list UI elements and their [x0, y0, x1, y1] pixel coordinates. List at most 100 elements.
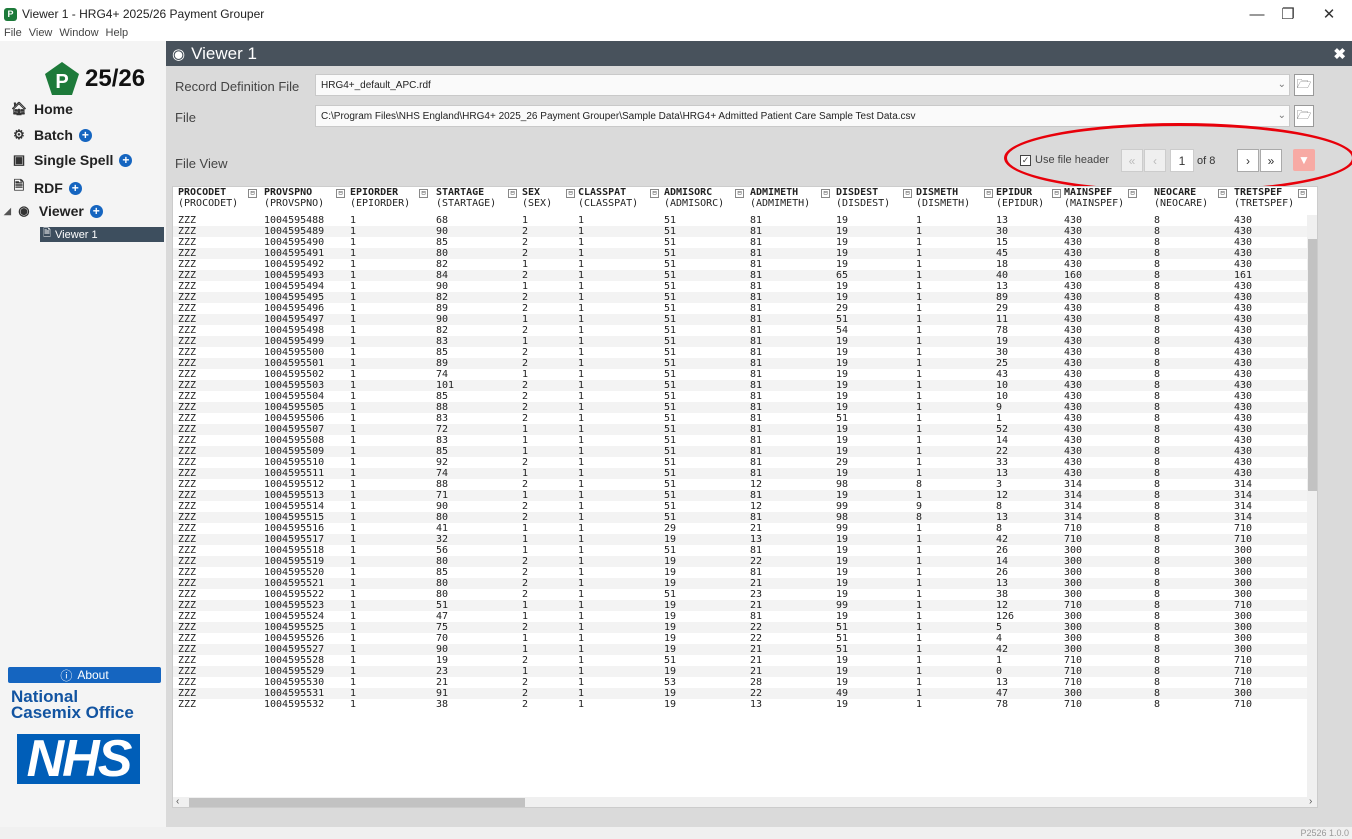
last-page-button[interactable]: » [1260, 149, 1282, 172]
page-input[interactable]: 1 [1170, 149, 1194, 172]
table-row[interactable]: ZZZ 1004595524 1 47 1 1 19 81 19 1 126 300 8 300 [173, 611, 1307, 622]
first-page-button[interactable]: « [1121, 149, 1143, 172]
table-row[interactable]: ZZZ 1004595529 1 23 1 1 19 21 19 1 0 710 8 710 [173, 666, 1307, 677]
browse-file-button[interactable]: 🗁︎ [1294, 105, 1314, 127]
table-row[interactable]: ZZZ 1004595502 1 74 1 1 51 81 19 1 43 430 8 430 [173, 369, 1307, 380]
column-filter-icon[interactable]: ⊟ [821, 187, 830, 215]
table-row[interactable]: ZZZ 1004595499 1 83 1 1 51 81 19 1 19 430 8 430 [173, 336, 1307, 347]
table-row[interactable]: ZZZ 1004595518 1 56 1 1 51 81 19 1 26 300 8 300 [173, 545, 1307, 556]
table-row[interactable]: ZZZ 1004595521 1 80 2 1 19 21 19 1 13 300 8 300 [173, 578, 1307, 589]
restore-button[interactable]: ❐ [1265, 0, 1311, 28]
column-header-admimeth[interactable]: ADMIMETH (ADMIMETH) [750, 187, 810, 215]
menu-view[interactable]: View [29, 27, 53, 41]
close-panel-icon[interactable]: ✖ [1333, 45, 1346, 63]
table-row[interactable]: ZZZ 1004595526 1 70 1 1 19 22 51 1 4 300 8 300 [173, 633, 1307, 644]
nav-batch[interactable]: ⚙ Batch + [10, 127, 92, 143]
data-grid[interactable]: PROCODET (PROCODET) ⊟ PROVSPNO (PROVSPNO) ⊟ EP… [172, 186, 1318, 808]
filter-button[interactable]: ▼ [1293, 149, 1315, 171]
column-filter-icon[interactable]: ⊟ [1298, 187, 1307, 215]
table-row[interactable]: ZZZ 1004595522 1 80 2 1 51 23 19 1 38 300 8 300 [173, 589, 1307, 600]
horizontal-scrollbar[interactable]: ‹ › [173, 796, 1317, 807]
table-row[interactable]: ZZZ 1004595511 1 74 1 1 51 81 19 1 13 430 8 430 [173, 468, 1307, 479]
table-row[interactable]: ZZZ 1004595513 1 71 1 1 51 81 19 1 12 314 8 314 [173, 490, 1307, 501]
about-button[interactable]: ⓘ About [8, 667, 161, 683]
file-select[interactable]: C:\Program Files\NHS England\HRG4+ 2025_… [315, 105, 1290, 127]
next-page-button[interactable]: › [1237, 149, 1259, 172]
column-filter-icon[interactable]: ⊟ [419, 187, 428, 215]
table-row[interactable]: ZZZ 1004595525 1 75 2 1 19 22 51 1 5 300 8 300 [173, 622, 1307, 633]
vertical-scroll-thumb[interactable] [1308, 239, 1317, 491]
column-header-procodet[interactable]: PROCODET (PROCODET) [178, 187, 238, 215]
table-row[interactable]: ZZZ 1004595489 1 90 2 1 51 81 19 1 30 430 8 430 [173, 226, 1307, 237]
column-filter-icon[interactable]: ⊟ [566, 187, 575, 215]
column-filter-icon[interactable]: ⊟ [508, 187, 517, 215]
close-window-button[interactable]: ✕ [1306, 0, 1352, 28]
menu-window[interactable]: Window [59, 27, 98, 41]
table-row[interactable]: ZZZ 1004595516 1 41 1 1 29 21 99 1 8 710 8 710 [173, 523, 1307, 534]
table-row[interactable]: ZZZ 1004595520 1 85 2 1 19 81 19 1 26 300 8 300 [173, 567, 1307, 578]
table-row[interactable]: ZZZ 1004595530 1 21 2 1 53 28 19 1 13 710 8 710 [173, 677, 1307, 688]
table-row[interactable]: ZZZ 1004595496 1 89 2 1 51 81 29 1 29 430 8 430 [173, 303, 1307, 314]
table-row[interactable]: ZZZ 1004595495 1 82 2 1 51 81 19 1 89 430 8 430 [173, 292, 1307, 303]
table-row[interactable]: ZZZ 1004595512 1 88 2 1 51 12 98 8 3 314 8 314 [173, 479, 1307, 490]
table-row[interactable]: ZZZ 1004595498 1 82 2 1 51 81 54 1 78 430 8 430 [173, 325, 1307, 336]
menu-help[interactable]: Help [106, 27, 129, 41]
table-row[interactable]: ZZZ 1004595501 1 89 2 1 51 81 19 1 25 430 8 430 [173, 358, 1307, 369]
rdf-select[interactable]: HRG4+_default_APC.rdf ⌄ [315, 74, 1290, 96]
table-row[interactable]: ZZZ 1004595517 1 32 1 1 19 13 19 1 42 710 8 710 [173, 534, 1307, 545]
table-row[interactable]: ZZZ 1004595505 1 88 2 1 51 81 19 1 9 430 8 430 [173, 402, 1307, 413]
table-row[interactable]: ZZZ 1004595506 1 83 2 1 51 81 51 1 1 430 8 430 [173, 413, 1307, 424]
add-single-spell-icon[interactable]: + [119, 153, 133, 167]
table-row[interactable]: ZZZ 1004595488 1 68 1 1 51 81 19 1 13 430 8 430 [173, 215, 1307, 226]
horizontal-scroll-thumb[interactable] [189, 798, 525, 807]
column-header-startage[interactable]: STARTAGE (STARTAGE) [436, 187, 496, 215]
column-header-dismeth[interactable]: DISMETH (DISMETH) [916, 187, 970, 215]
scroll-right-icon[interactable]: › [1309, 796, 1312, 807]
column-header-admisorc[interactable]: ADMISORC (ADMISORC) [664, 187, 724, 215]
table-row[interactable]: ZZZ 1004595507 1 72 1 1 51 81 19 1 52 430 8 430 [173, 424, 1307, 435]
add-rdf-icon[interactable]: + [68, 181, 82, 195]
table-row[interactable]: ZZZ 1004595527 1 90 1 1 19 21 51 1 42 300 8 300 [173, 644, 1307, 655]
column-header-classpat[interactable]: CLASSPAT (CLASSPAT) [578, 187, 638, 215]
table-row[interactable]: ZZZ 1004595503 1 101 2 1 51 81 19 1 10 430 8 430 [173, 380, 1307, 391]
column-filter-icon[interactable]: ⊟ [903, 187, 912, 215]
tree-expand-icon[interactable]: ◢ [4, 206, 11, 217]
browse-rdf-button[interactable]: 🗁︎ [1294, 74, 1314, 96]
prev-page-button[interactable]: ‹ [1144, 149, 1166, 172]
nav-single-spell[interactable]: ▣ Single Spell + [10, 152, 133, 168]
column-filter-icon[interactable]: ⊟ [984, 187, 993, 215]
table-row[interactable]: ZZZ 1004595492 1 82 1 1 51 81 19 1 18 430 8 430 [173, 259, 1307, 270]
column-header-mainspef[interactable]: MAINSPEF (MAINSPEF) [1064, 187, 1124, 215]
table-row[interactable]: ZZZ 1004595532 1 38 2 1 19 13 19 1 78 710 8 710 [173, 699, 1307, 710]
nav-rdf[interactable]: 🗎︎ RDF + [10, 177, 82, 199]
table-row[interactable]: ZZZ 1004595510 1 92 2 1 51 81 29 1 33 430 8 430 [173, 457, 1307, 468]
use-file-header-checkbox[interactable]: ✓ Use file header [1020, 154, 1109, 166]
table-row[interactable]: ZZZ 1004595509 1 85 1 1 51 81 19 1 22 430 8 430 [173, 446, 1307, 457]
column-header-sex[interactable]: SEX (SEX) [522, 187, 552, 215]
column-header-epiorder[interactable]: EPIORDER (EPIORDER) [350, 187, 410, 215]
table-row[interactable]: ZZZ 1004595515 1 80 2 1 51 81 98 8 13 314 8 314 [173, 512, 1307, 523]
column-filter-icon[interactable]: ⊟ [1128, 187, 1137, 215]
column-filter-icon[interactable]: ⊟ [650, 187, 659, 215]
column-header-neocare[interactable]: NEOCARE (NEOCARE) [1154, 187, 1208, 215]
column-filter-icon[interactable]: ⊟ [1218, 187, 1227, 215]
menu-file[interactable]: File [4, 27, 22, 41]
table-row[interactable]: ZZZ 1004595508 1 83 1 1 51 81 19 1 14 430 8 430 [173, 435, 1307, 446]
column-header-tretspef[interactable]: TRETSPEF (TRETSPEF) [1234, 187, 1294, 215]
add-viewer-icon[interactable]: + [89, 204, 103, 218]
table-row[interactable]: ZZZ 1004595490 1 85 2 1 51 81 19 1 15 430 8 430 [173, 237, 1307, 248]
table-row[interactable]: ZZZ 1004595504 1 85 2 1 51 81 19 1 10 430 8 430 [173, 391, 1307, 402]
table-row[interactable]: ZZZ 1004595493 1 84 2 1 51 81 65 1 40 160 8 161 [173, 270, 1307, 281]
nav-viewer[interactable]: ◢ ◉ Viewer + [4, 203, 103, 219]
nav-viewer-1[interactable]: 🗎︎ Viewer 1 [40, 227, 164, 242]
table-row[interactable]: ZZZ 1004595500 1 85 2 1 51 81 19 1 30 430 8 430 [173, 347, 1307, 358]
table-row[interactable]: ZZZ 1004595514 1 90 2 1 51 12 99 9 8 314 8 314 [173, 501, 1307, 512]
column-filter-icon[interactable]: ⊟ [735, 187, 744, 215]
table-row[interactable]: ZZZ 1004595531 1 91 2 1 19 22 49 1 47 300 8 300 [173, 688, 1307, 699]
add-batch-icon[interactable]: + [78, 128, 92, 142]
table-row[interactable]: ZZZ 1004595494 1 90 1 1 51 81 19 1 13 430 8 430 [173, 281, 1307, 292]
scroll-left-icon[interactable]: ‹ [176, 796, 179, 807]
column-header-disdest[interactable]: DISDEST (DISDEST) [836, 187, 890, 215]
column-filter-icon[interactable]: ⊟ [336, 187, 345, 215]
table-row[interactable]: ZZZ 1004595519 1 80 2 1 19 22 19 1 14 300 8 300 [173, 556, 1307, 567]
